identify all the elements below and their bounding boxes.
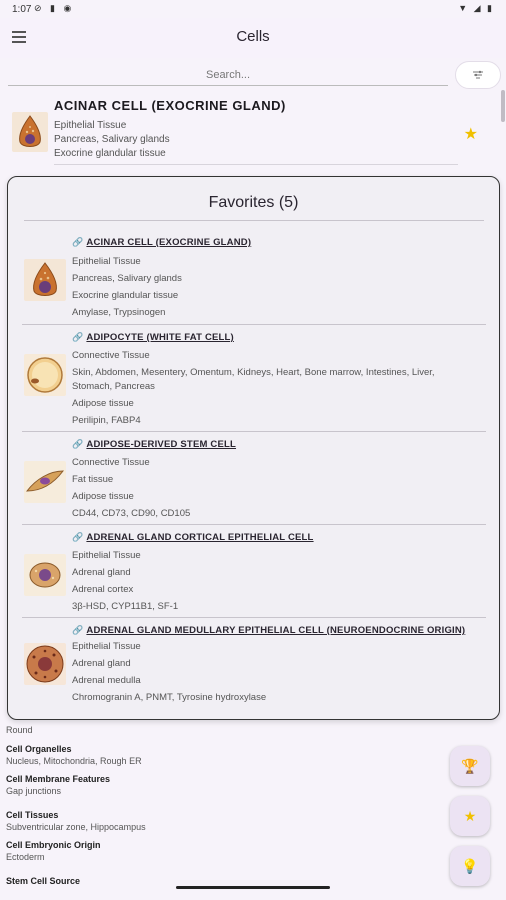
membrane-label: Cell Membrane Features [6,774,111,784]
cell-type: Exocrine glandular tissue [54,148,166,159]
favorite-item-type: Adrenal medulla [72,675,141,686]
divider [54,164,458,165]
favorite-item[interactable]: 🔗 ADRENAL GLAND MEDULLARY EPITHELIAL CELL… [22,625,486,711]
stem-cell-icon [24,461,66,503]
app-bar: Cells [0,18,506,58]
cell-location: Pancreas, Salivary glands [54,134,170,145]
link-icon: 🔗 [72,532,84,542]
favorite-item-tissue: Epithelial Tissue [72,256,141,267]
status-bar: 1:07 ⊘ ▮ ◉ ▼ ◢ ▮ [0,0,506,18]
favorite-item-markers: Chromogranin A, PNMT, Tyrosine hydroxyla… [72,692,267,703]
favorites-title: Favorites (5) [208,194,299,211]
home-indicator[interactable] [176,886,330,889]
link-icon: 🔗 [72,439,84,449]
favorite-item-markers: 3β-HSD, CYP11B1, SF-1 [72,601,179,612]
organelles-value: Nucleus, Mitochondria, Rough ER [6,756,142,766]
tissues-label: Cell Tissues [6,810,59,820]
link-icon: 🔗 [72,237,84,247]
favorite-item-type: Adrenal cortex [72,584,134,595]
divider [24,220,484,221]
favorite-star-icon[interactable]: ★ [464,124,478,144]
tissues-value: Subventricular zone, Hippocampus [6,822,146,832]
filter-button[interactable] [455,61,501,89]
favorite-item-location: Pancreas, Salivary glands [72,273,182,284]
stem-source-label: Stem Cell Source [6,876,81,886]
search-input[interactable] [8,64,448,86]
favorite-item-type: Exocrine glandular tissue [72,290,179,301]
origin-value: Ectoderm [6,852,45,862]
tips-button[interactable]: 💡 [450,846,490,886]
trophy-icon: 🏆 [461,757,479,774]
divider [22,524,486,525]
link-icon: 🔗 [72,625,84,635]
origin-label: Cell Embryonic Origin [6,840,101,850]
favorite-item-name[interactable]: 🔗 ADIPOSE-DERIVED STEM CELL [72,439,236,450]
favorite-item-tissue: Epithelial Tissue [72,641,141,652]
favorite-item-name[interactable]: 🔗 ADIPOCYTE (WHITE FAT CELL) [72,332,234,343]
favorites-dialog: Favorites (5) 🔗 ACINAR CELL (EXOCRINE GLA… [7,176,500,720]
adipocyte-icon [24,354,66,396]
page-title: Cells [236,28,270,45]
filter-icon [473,70,483,79]
lightbulb-icon: 💡 [461,857,479,874]
acinar-cell-thumbnail [12,112,48,152]
favorites-button[interactable]: ★ [450,796,490,836]
cell-header: ACINAR CELL (EXOCRINE GLAND) Epithelial … [8,92,498,166]
search-row [0,58,506,90]
favorite-item-markers: Perilipin, FABP4 [72,415,141,426]
favorite-item-tissue: Connective Tissue [72,350,150,361]
favorite-item[interactable]: 🔗 ACINAR CELL (EXOCRINE GLAND) Epithelial… [22,237,486,325]
adrenal-medullary-cell-icon [24,643,66,685]
favorite-item-location: Fat tissue [72,474,114,485]
favorite-item-markers: CD44, CD73, CD90, CD105 [72,508,191,519]
status-time: 1:07 [12,4,32,15]
organelles-label: Cell Organelles [6,744,72,754]
divider [22,324,486,325]
acinar-cell-icon [24,259,66,301]
favorite-item-name[interactable]: 🔗 ADRENAL GLAND MEDULLARY EPITHELIAL CELL… [72,625,465,636]
favorite-item[interactable]: 🔗 ADIPOCYTE (WHITE FAT CELL) Connective T… [22,332,486,432]
favorite-item-location: Adrenal gland [72,658,131,669]
favorite-item-location: Skin, Abdomen, Mesentery, Omentum, Kidne… [72,367,435,378]
favorite-item-name[interactable]: 🔗 ADRENAL GLAND CORTICAL EPITHELIAL CELL [72,532,314,543]
divider [22,431,486,432]
cell-shape-value: Round [6,725,33,735]
link-icon: 🔗 [72,332,84,342]
star-icon: ★ [463,807,477,824]
cell-title: ACINAR CELL (EXOCRINE GLAND) [54,98,286,113]
favorite-item-type: Adipose tissue [72,398,134,409]
favorite-item-name[interactable]: 🔗 ACINAR CELL (EXOCRINE GLAND) [72,237,251,248]
favorite-item-location: Adrenal gland [72,567,131,578]
favorite-item[interactable]: 🔗 ADIPOSE-DERIVED STEM CELL Connective Ti… [22,439,486,525]
adrenal-cortical-cell-icon [24,554,66,596]
favorite-item-location: Stomach, Pancreas [72,381,155,392]
cell-details: Round Cell Organelles Nucleus, Mitochond… [6,720,446,886]
divider [22,617,486,618]
favorite-item-markers: Amylase, Trypsinogen [72,307,166,318]
favorite-item-tissue: Epithelial Tissue [72,550,141,561]
cell-tissue: Epithelial Tissue [54,120,127,131]
favorite-item-tissue: Connective Tissue [72,457,150,468]
trophy-button[interactable]: 🏆 [450,746,490,786]
status-system-icons: ▼ ◢ ▮ [458,3,494,13]
status-notification-icons: ⊘ ▮ ◉ [34,3,75,13]
favorite-item-type: Adipose tissue [72,491,134,502]
scrollbar-thumb[interactable] [501,90,505,122]
favorite-item[interactable]: 🔗 ADRENAL GLAND CORTICAL EPITHELIAL CELL … [22,532,486,618]
membrane-value: Gap junctions [6,786,62,796]
